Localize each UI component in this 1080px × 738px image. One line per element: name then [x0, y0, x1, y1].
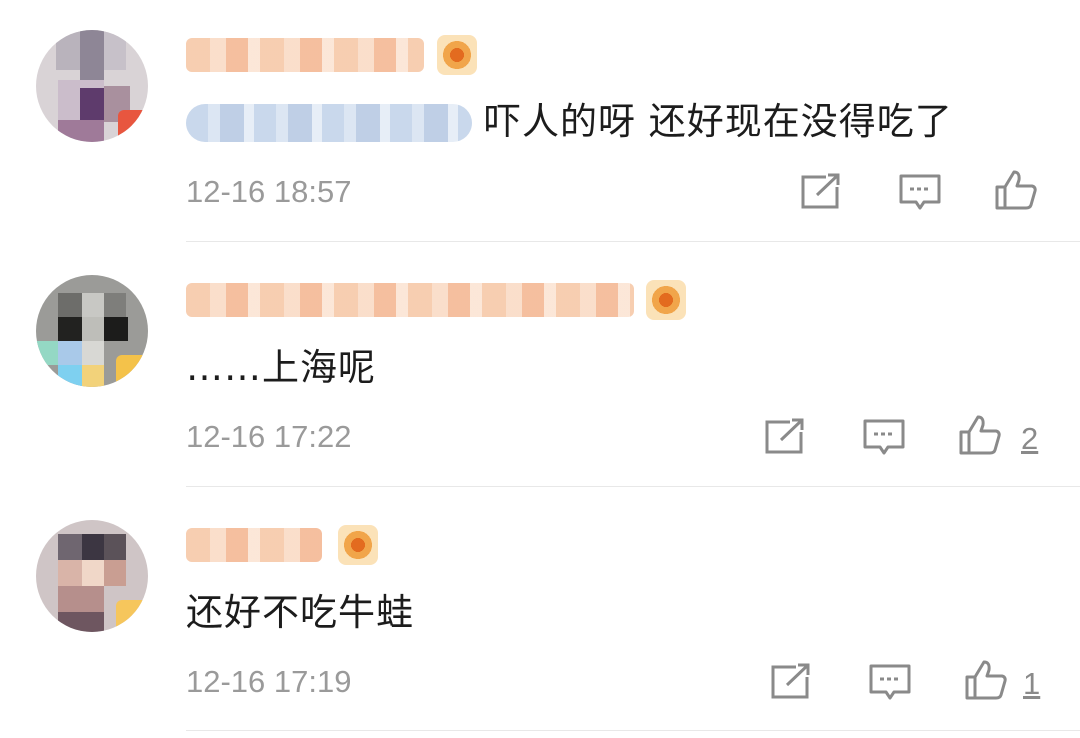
comment-text: 还好不吃牛蛙 — [186, 591, 414, 634]
divider — [186, 241, 1080, 242]
share-icon[interactable] — [764, 417, 808, 457]
verified-badge-icon — [118, 110, 148, 142]
avatar[interactable] — [36, 275, 148, 387]
verified-badge-icon — [116, 600, 148, 632]
vip-badge-icon — [646, 280, 686, 320]
avatar[interactable] — [36, 30, 148, 142]
divider — [186, 730, 1080, 731]
comment-item: 还好不吃牛蛙 12-16 17:19 1 — [0, 490, 1080, 735]
comment-list: 吓人的呀 还好现在没得吃了 12-16 18:57 ……上海呢 12-16 17… — [0, 0, 1080, 738]
divider — [186, 486, 1080, 487]
comment-item: ……上海呢 12-16 17:22 2 — [0, 245, 1080, 490]
like-count: 2 — [1021, 421, 1039, 456]
comment-item: 吓人的呀 还好现在没得吃了 12-16 18:57 — [0, 0, 1080, 245]
comment-icon[interactable] — [862, 417, 906, 457]
like-icon[interactable] — [958, 415, 1002, 455]
comment-icon[interactable] — [868, 662, 912, 702]
verified-badge-icon — [116, 355, 148, 387]
vip-badge-icon — [437, 35, 477, 75]
username-blurred[interactable] — [186, 283, 634, 317]
comment-text: 吓人的呀 还好现在没得吃了 — [484, 100, 953, 143]
like-icon[interactable] — [994, 170, 1038, 210]
comment-time: 12-16 17:22 — [186, 419, 352, 454]
avatar[interactable] — [36, 520, 148, 632]
comment-time: 12-16 18:57 — [186, 174, 352, 209]
username-blurred[interactable] — [186, 38, 424, 72]
share-icon[interactable] — [800, 172, 844, 212]
like-icon[interactable] — [964, 660, 1008, 700]
share-icon[interactable] — [770, 662, 814, 702]
comment-text: ……上海呢 — [186, 346, 376, 389]
comment-time: 12-16 17:19 — [186, 664, 352, 699]
mention-blurred[interactable] — [186, 104, 472, 142]
comment-icon[interactable] — [898, 172, 942, 212]
username-blurred[interactable] — [186, 528, 322, 562]
like-count: 1 — [1023, 666, 1041, 701]
vip-badge-icon — [338, 525, 378, 565]
